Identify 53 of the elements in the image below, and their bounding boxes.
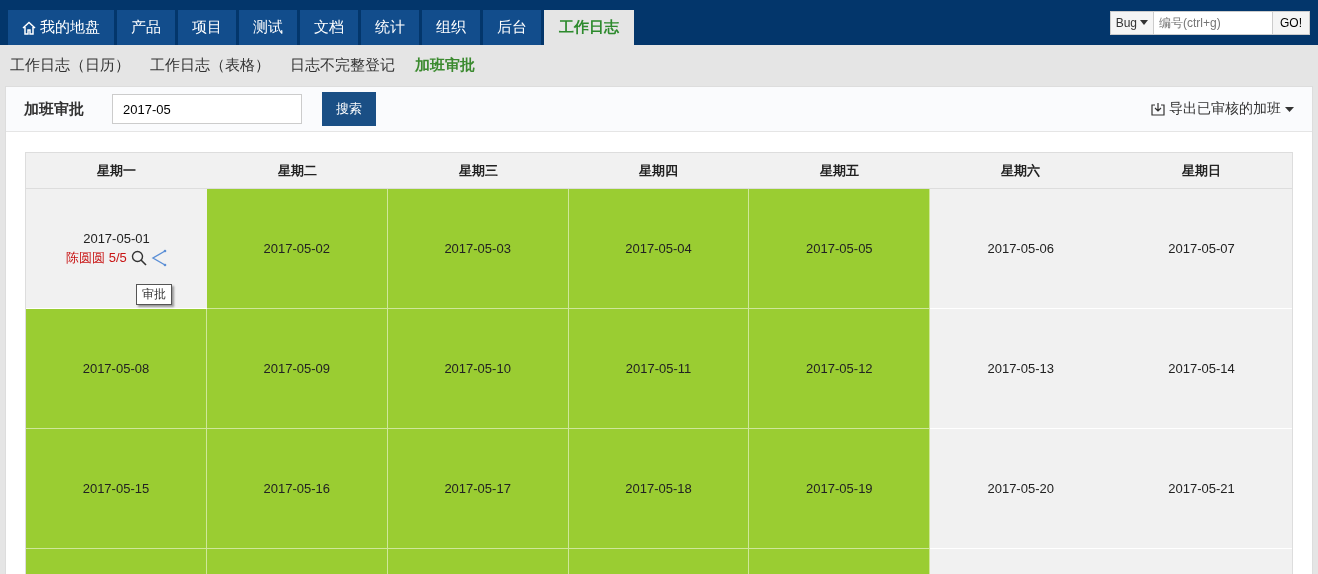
date-label: 2017-05-11 <box>625 361 692 376</box>
date-label: 2017-05-15 <box>82 481 150 496</box>
date-label: 2017-05-17 <box>444 481 511 496</box>
search-button[interactable]: 搜索 <box>322 92 376 126</box>
nav-tab[interactable]: 后台 <box>483 10 541 45</box>
nav-tab[interactable]: 项目 <box>178 10 236 45</box>
date-label: 2017-05-01 <box>83 230 150 246</box>
date-label: 2017-05-19 <box>806 481 873 496</box>
home-icon <box>22 20 36 35</box>
go-button[interactable]: GO! <box>1273 10 1310 35</box>
caret-icon <box>1140 20 1148 25</box>
caret-icon <box>1285 106 1294 112</box>
export-button[interactable]: 导出已审核的加班 <box>1151 100 1294 118</box>
nav-tab[interactable]: 产品 <box>117 10 175 45</box>
date-label: 2017-05-12 <box>806 361 873 376</box>
date-label: 2017-05-20 <box>987 481 1054 496</box>
month-input-field[interactable]: 2017-05 <box>112 94 302 124</box>
weekday-header: 星期一 <box>26 153 207 189</box>
search-icon[interactable] <box>130 249 147 266</box>
id-input-field[interactable]: 编号(ctrl+g) <box>1154 10 1273 35</box>
date-label: 2017-05-05 <box>806 241 873 256</box>
date-label: 2017-05-07 <box>1168 241 1235 256</box>
download-icon <box>1151 102 1165 116</box>
weekday-header: 星期日 <box>1111 153 1292 189</box>
weekday-header: 星期二 <box>206 153 388 189</box>
tooltip: 审批 <box>136 284 172 305</box>
subnav-link[interactable]: 工作日志（表格） <box>150 56 270 75</box>
date-label: 2017-05-02 <box>263 241 330 256</box>
date-label: 2017-05-04 <box>625 241 692 256</box>
date-label: 2017-05-14 <box>1168 361 1235 376</box>
weekday-header: 星期三 <box>387 153 569 189</box>
date-label: 2017-05-06 <box>987 241 1054 256</box>
date-label: 2017-05-18 <box>625 481 692 496</box>
page-title: 加班审批 <box>24 99 85 119</box>
date-label: 2017-05-09 <box>263 361 330 376</box>
nav-tab[interactable]: 组织 <box>422 10 480 45</box>
weekday-header: 星期五 <box>749 153 931 189</box>
weekday-header: 星期六 <box>930 153 1112 189</box>
subnav-link[interactable]: 工作日志（日历） <box>10 56 130 75</box>
date-label: 2017-05-08 <box>82 361 150 376</box>
nav-tab[interactable]: 我的地盘 <box>8 10 114 45</box>
date-label: 2017-05-21 <box>1168 481 1235 496</box>
weekday-header: 星期四 <box>568 153 750 189</box>
type-dropdown[interactable]: Bug <box>1109 10 1154 35</box>
nav-tab[interactable]: 测试 <box>239 10 297 45</box>
nav-tab[interactable]: 文档 <box>300 10 358 45</box>
date-label: 2017-05-03 <box>444 241 511 256</box>
date-label: 2017-05-10 <box>444 361 511 376</box>
nav-tab[interactable]: 统计 <box>361 10 419 45</box>
date-label: 2017-05-16 <box>263 481 330 496</box>
overtime-entry[interactable]: 陈圆圆 5/5 <box>66 248 127 267</box>
subnav-link[interactable]: 日志不完整登记 <box>290 56 395 75</box>
date-label: 2017-05-13 <box>987 361 1054 376</box>
